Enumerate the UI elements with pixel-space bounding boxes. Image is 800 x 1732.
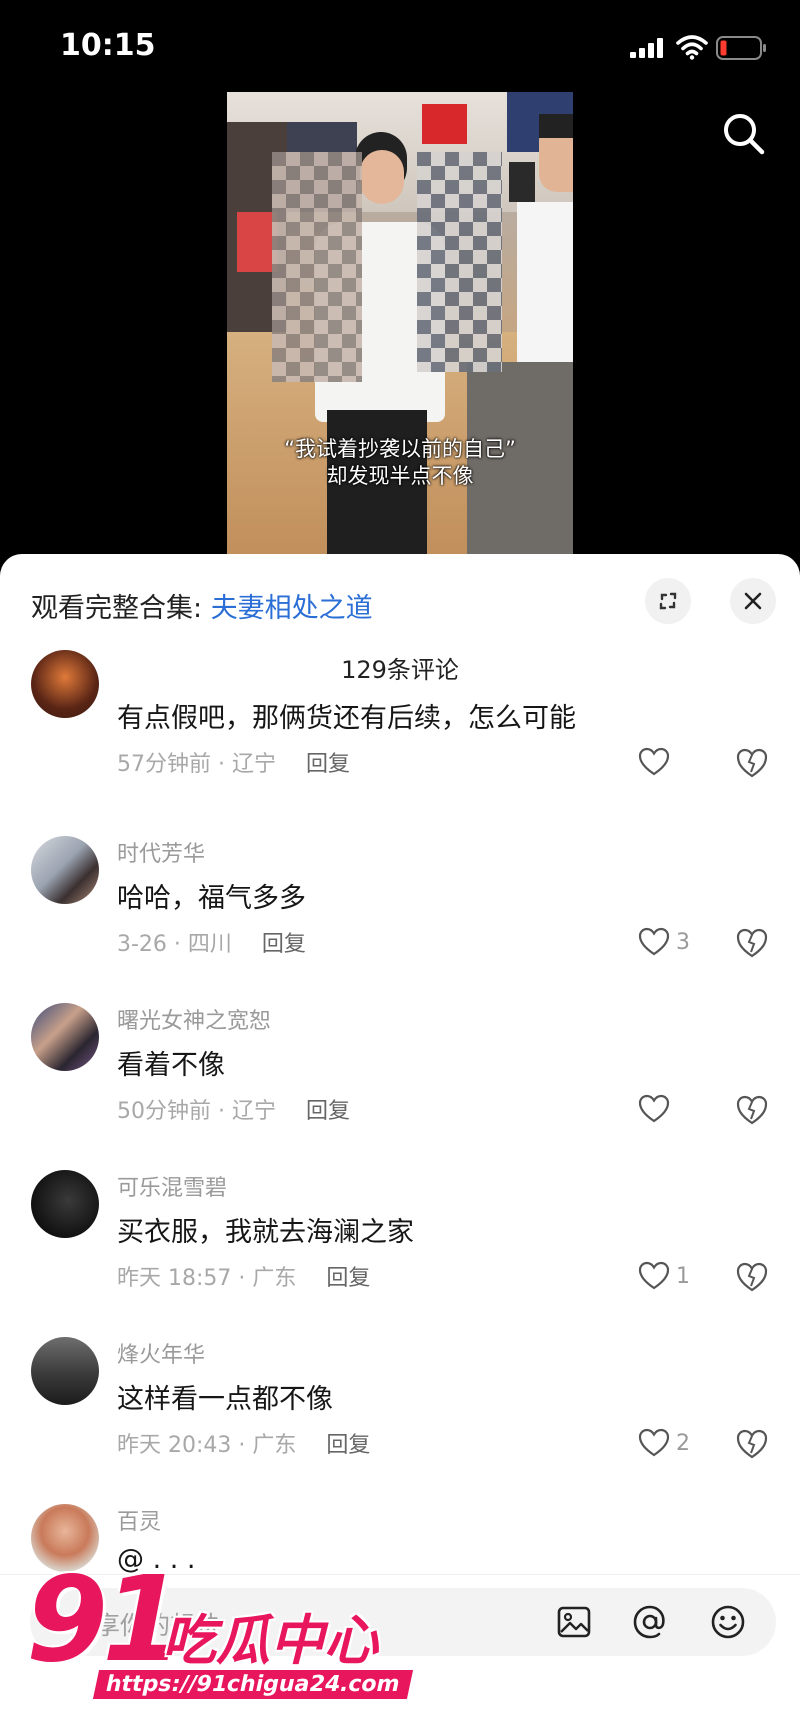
- comment-text: 买衣服，我就去海澜之家: [117, 1217, 414, 1248]
- reply-button[interactable]: 回复: [326, 1266, 370, 1291]
- comment-text: 这样看一点都不像: [117, 1384, 333, 1415]
- heart-icon: [638, 1094, 670, 1123]
- comment-time-location: 昨天 18:57 · 广东: [117, 1266, 297, 1291]
- status-time: 10:15: [60, 28, 156, 63]
- comment-meta: 57分钟前 · 辽宁 回复: [117, 746, 350, 778]
- comment-time-location: 50分钟前 · 辽宁: [117, 1099, 276, 1124]
- avatar[interactable]: [31, 650, 99, 718]
- like-button[interactable]: 1: [638, 1258, 690, 1294]
- comment-time-location: 昨天 20:43 · 广东: [117, 1433, 297, 1458]
- like-button[interactable]: 2: [638, 1425, 690, 1461]
- comment-meta: 昨天 18:57 · 广东 回复: [117, 1260, 370, 1292]
- like-button[interactable]: [638, 1091, 676, 1127]
- comment-time-location: 57分钟前 · 辽宁: [117, 752, 276, 777]
- comment-time-location: 3-26 · 四川: [117, 932, 232, 957]
- subtitle-line-2: 却发现半点不像: [326, 464, 474, 488]
- reply-button[interactable]: 回复: [306, 1099, 350, 1124]
- comment-username[interactable]: 烽火年华: [117, 1337, 205, 1369]
- like-button[interactable]: 3: [638, 924, 690, 960]
- emoji-icon[interactable]: [708, 1602, 748, 1642]
- comment-meta: 昨天 20:43 · 广东 回复: [117, 1427, 370, 1459]
- comment-username[interactable]: 百灵: [117, 1504, 161, 1536]
- like-count: 3: [676, 929, 690, 955]
- avatar[interactable]: [31, 1170, 99, 1238]
- comment-meta: 3-26 · 四川 回复: [117, 926, 306, 958]
- video-player[interactable]: “我试着抄袭以前的自己” 却发现半点不像: [227, 92, 573, 554]
- comment-username[interactable]: 时代芳华: [117, 836, 205, 868]
- like-button[interactable]: [638, 744, 676, 780]
- comment-username[interactable]: 可乐混雪碧: [117, 1170, 227, 1202]
- search-icon[interactable]: [722, 112, 766, 156]
- avatar[interactable]: [31, 836, 99, 904]
- reply-button[interactable]: 回复: [306, 752, 350, 777]
- dislike-icon[interactable]: [735, 926, 769, 960]
- watermark-title: 吃瓜中心: [162, 1609, 378, 1672]
- reply-button[interactable]: 回复: [262, 932, 306, 957]
- heart-icon: [638, 747, 670, 776]
- collection-label: 观看完整合集:: [31, 593, 211, 624]
- dislike-icon[interactable]: [735, 1260, 769, 1294]
- watermark-number: 91: [26, 1550, 184, 1688]
- dislike-icon[interactable]: [735, 1093, 769, 1127]
- avatar[interactable]: [31, 1003, 99, 1071]
- expand-button[interactable]: [645, 578, 691, 624]
- collection-link[interactable]: 观看完整合集: 夫妻相处之道: [31, 586, 373, 625]
- video-subtitle: “我试着抄袭以前的自己” 却发现半点不像: [227, 436, 573, 490]
- cellular-signal-icon: [630, 38, 666, 58]
- mention-icon[interactable]: [630, 1602, 670, 1642]
- watermark: 91 吃瓜中心 https://91chigua24.com: [20, 1560, 420, 1710]
- comment-username[interactable]: 曙光女神之宽恕: [117, 1003, 271, 1035]
- expand-icon: [659, 592, 677, 610]
- subtitle-line-1: “我试着抄袭以前的自己”: [284, 437, 516, 461]
- dislike-icon[interactable]: [735, 1427, 769, 1461]
- collection-name[interactable]: 夫妻相处之道: [211, 593, 373, 624]
- battery-low-icon: [716, 36, 766, 60]
- heart-icon: [638, 1428, 670, 1457]
- avatar[interactable]: [31, 1337, 99, 1405]
- close-icon: [744, 592, 762, 610]
- comment-text: 哈哈，福气多多: [117, 883, 306, 914]
- comment-meta: 50分钟前 · 辽宁 回复: [117, 1093, 350, 1125]
- like-count: 2: [676, 1430, 690, 1456]
- comment-text: 看着不像: [117, 1050, 225, 1081]
- comment-count: 129条评论: [341, 656, 459, 684]
- heart-icon: [638, 927, 670, 956]
- image-icon[interactable]: [554, 1602, 594, 1642]
- close-button[interactable]: [730, 578, 776, 624]
- wifi-icon: [676, 35, 708, 60]
- watermark-url: https://91chigua24.com: [92, 1670, 413, 1699]
- like-count: 1: [676, 1263, 690, 1289]
- reply-button[interactable]: 回复: [326, 1433, 370, 1458]
- heart-icon: [638, 1261, 670, 1290]
- comment-text: 有点假吧，那俩货还有后续，怎么可能: [117, 703, 576, 734]
- dislike-icon[interactable]: [735, 746, 769, 780]
